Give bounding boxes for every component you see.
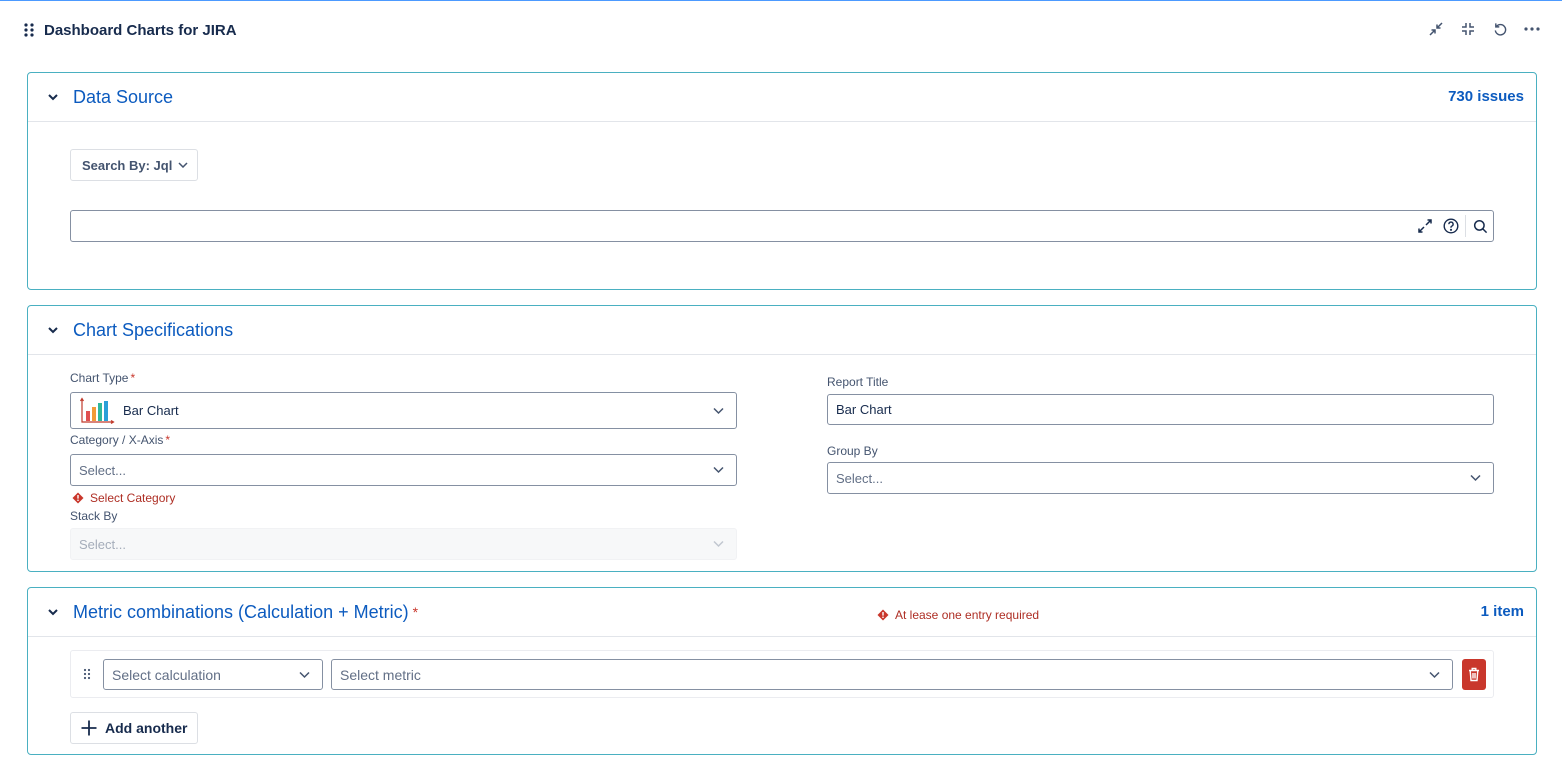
category-select[interactable]: Select...	[70, 454, 737, 486]
chevron-down-icon[interactable]	[46, 90, 60, 104]
chart-type-value: Bar Chart	[123, 403, 179, 418]
chart-type-label: Chart Type *	[70, 371, 135, 385]
category-label: Category / X-Axis *	[70, 433, 170, 447]
report-title-input[interactable]: Bar Chart	[827, 394, 1494, 425]
chevron-down-icon	[713, 466, 724, 474]
calculation-placeholder: Select calculation	[112, 666, 221, 683]
metrics-error: At lease one entry required	[877, 608, 1039, 622]
refresh-icon[interactable]	[1490, 18, 1510, 40]
stack-by-select: Select...	[70, 528, 737, 560]
category-placeholder: Select...	[79, 462, 126, 478]
trash-icon	[1469, 667, 1479, 682]
jql-search-input[interactable]	[70, 210, 1494, 242]
chevron-down-icon[interactable]	[46, 605, 60, 619]
metrics-header: Metric combinations (Calculation + Metri…	[28, 588, 1536, 637]
metrics-error-text: At lease one entry required	[895, 608, 1040, 622]
chevron-down-icon	[1470, 474, 1481, 482]
metric-select[interactable]: Select metric	[331, 659, 1453, 690]
chevron-down-icon	[713, 540, 724, 548]
search-by-label: Search By: Jql	[82, 157, 173, 173]
category-label-text: Category / X-Axis	[70, 433, 164, 447]
group-by-label-text: Group By	[827, 444, 878, 458]
report-title-label-text: Report Title	[827, 375, 889, 389]
category-error-text: Select Category	[90, 491, 176, 505]
calculation-select[interactable]: Select calculation	[103, 659, 323, 690]
metric-row: Select calculation Select metric	[70, 650, 1494, 698]
chart-spec-header: Chart Specifications	[28, 306, 1536, 355]
top-border	[0, 0, 1562, 1]
required-mark: *	[412, 604, 419, 620]
error-icon	[72, 492, 84, 504]
help-icon[interactable]	[1438, 211, 1464, 241]
chevron-down-icon	[713, 407, 724, 414]
add-another-label: Add another	[105, 720, 188, 736]
group-by-placeholder: Select...	[836, 470, 883, 486]
metric-placeholder: Select metric	[340, 666, 421, 683]
stack-by-label: Stack By	[70, 509, 117, 523]
stack-by-placeholder: Select...	[79, 536, 126, 552]
gadget-header: Dashboard Charts for JIRA	[22, 18, 1552, 42]
collapse-icon[interactable]	[1458, 18, 1478, 40]
more-icon[interactable]	[1522, 18, 1542, 40]
plus-icon	[81, 720, 97, 736]
error-icon	[877, 609, 889, 621]
chevron-down-icon	[178, 162, 188, 168]
group-by-label: Group By	[827, 444, 878, 458]
minimize-icon[interactable]	[1426, 18, 1446, 40]
delete-button[interactable]	[1462, 659, 1486, 690]
drag-handle-icon[interactable]	[22, 23, 36, 37]
metrics-panel: Metric combinations (Calculation + Metri…	[27, 587, 1537, 755]
metrics-title[interactable]: Metric combinations (Calculation + Metri…	[73, 602, 409, 623]
chevron-down-icon[interactable]	[46, 323, 60, 337]
group-by-select[interactable]: Select...	[827, 462, 1494, 494]
drag-handle-icon[interactable]	[81, 665, 93, 683]
chart-spec-title[interactable]: Chart Specifications	[73, 320, 233, 341]
icon-divider	[1465, 215, 1466, 237]
search-by-dropdown[interactable]: Search By: Jql	[70, 149, 198, 181]
bar-chart-icon	[79, 396, 115, 425]
chart-type-label-text: Chart Type	[70, 371, 129, 385]
chevron-down-icon	[299, 671, 310, 678]
header-actions	[1426, 18, 1542, 40]
data-source-panel: Data Source 730 issues Search By: Jql	[27, 72, 1537, 290]
jql-input-icons	[1412, 211, 1493, 241]
chart-type-select[interactable]: Bar Chart	[70, 392, 737, 429]
issue-count: 730 issues	[1448, 88, 1524, 105]
required-mark: *	[165, 433, 171, 447]
chart-spec-panel: Chart Specifications Chart Type * Bar Cha…	[27, 305, 1537, 572]
chevron-down-icon	[1429, 671, 1440, 678]
report-title-label: Report Title	[827, 375, 888, 389]
data-source-header: Data Source 730 issues	[28, 73, 1536, 122]
category-error: Select Category	[72, 491, 175, 505]
search-icon[interactable]	[1467, 211, 1493, 241]
stack-by-label-text: Stack By	[70, 509, 118, 523]
gadget-title: Dashboard Charts for JIRA	[44, 21, 237, 39]
metrics-count: 1 item	[1480, 603, 1524, 620]
expand-icon[interactable]	[1412, 211, 1438, 241]
required-mark: *	[130, 371, 136, 385]
report-title-value: Bar Chart	[836, 402, 892, 417]
data-source-title[interactable]: Data Source	[73, 87, 173, 108]
add-another-button[interactable]: Add another	[70, 712, 198, 744]
